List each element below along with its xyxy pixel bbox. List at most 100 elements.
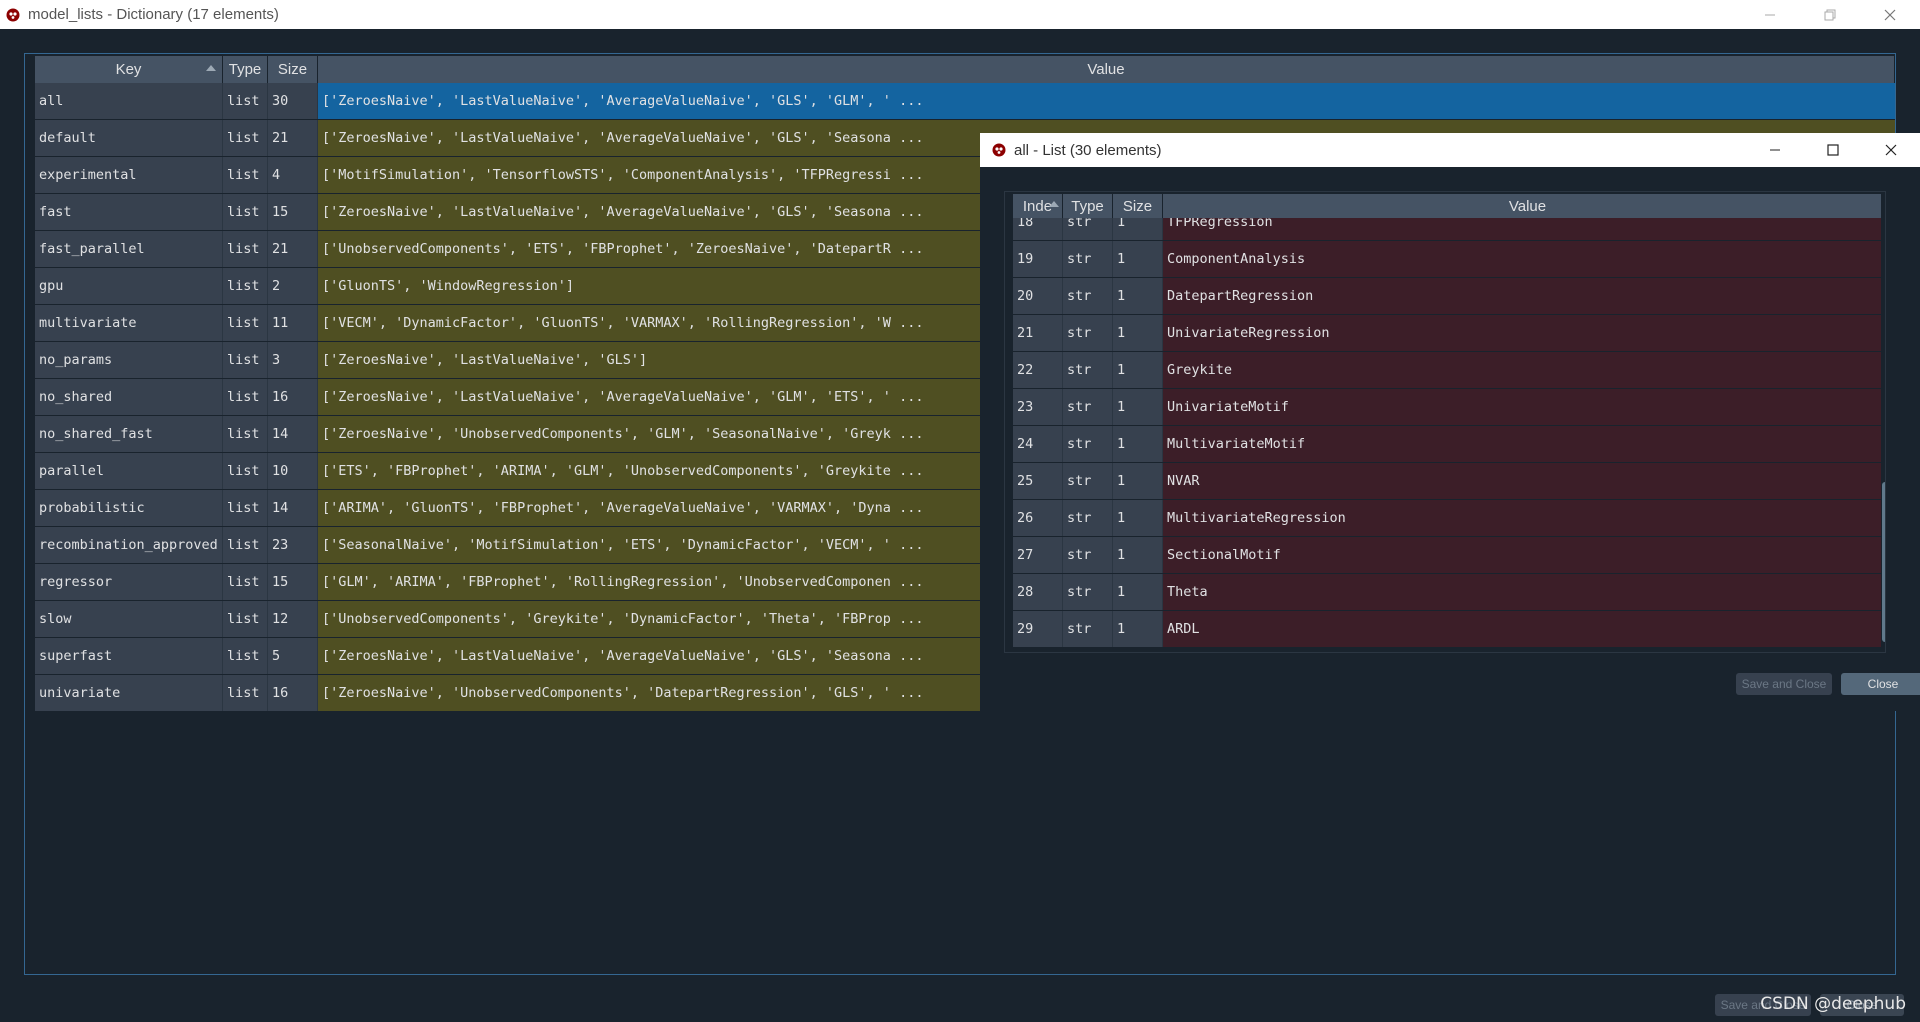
cell-size[interactable]: 1 [1113, 537, 1163, 573]
cell-key[interactable]: no_params [35, 342, 223, 378]
cell-value[interactable]: ComponentAnalysis [1163, 241, 1885, 277]
cell-key[interactable]: no_shared_fast [35, 416, 223, 452]
cell-type[interactable]: str [1063, 278, 1113, 314]
cell-size[interactable]: 1 [1113, 218, 1163, 240]
cell-key[interactable]: regressor [35, 564, 223, 600]
minimize-button[interactable] [1740, 0, 1800, 29]
cell-size[interactable]: 12 [268, 601, 318, 637]
cell-key[interactable]: no_shared [35, 379, 223, 415]
cell-key[interactable]: default [35, 120, 223, 156]
cell-size[interactable]: 15 [268, 564, 318, 600]
cell-size[interactable]: 14 [268, 416, 318, 452]
list-vertical-scrollbar[interactable] [1881, 192, 1885, 652]
cell-size[interactable]: 16 [268, 379, 318, 415]
cell-size[interactable]: 1 [1113, 574, 1163, 610]
cell-size[interactable]: 1 [1113, 389, 1163, 425]
list-row[interactable]: 27 str 1 SectionalMotif [1013, 537, 1885, 574]
cell-type[interactable]: str [1063, 537, 1113, 573]
header-value[interactable]: Value [1163, 194, 1885, 218]
cell-size[interactable]: 1 [1113, 463, 1163, 499]
list-row[interactable]: 28 str 1 Theta [1013, 574, 1885, 611]
save-and-close-button[interactable]: Save and Close [1736, 673, 1832, 695]
cell-size[interactable]: 16 [268, 675, 318, 711]
cell-value[interactable]: UnivariateRegression [1163, 315, 1885, 351]
cell-index[interactable]: 25 [1013, 463, 1063, 499]
header-type[interactable]: Type [223, 56, 268, 83]
cell-value[interactable]: Theta [1163, 574, 1885, 610]
list-row[interactable]: 21 str 1 UnivariateRegression [1013, 315, 1885, 352]
cell-index[interactable]: 19 [1013, 241, 1063, 277]
cell-value[interactable]: NVAR [1163, 463, 1885, 499]
cell-size[interactable]: 5 [268, 638, 318, 674]
cell-size[interactable]: 1 [1113, 500, 1163, 536]
cell-type[interactable]: str [1063, 315, 1113, 351]
cell-index[interactable]: 23 [1013, 389, 1063, 425]
cell-type[interactable]: list [223, 305, 268, 341]
cell-type[interactable]: list [223, 157, 268, 193]
list-row[interactable]: 26 str 1 MultivariateRegression [1013, 500, 1885, 537]
cell-value[interactable]: SectionalMotif [1163, 537, 1885, 573]
cell-key[interactable]: univariate [35, 675, 223, 711]
cell-value[interactable]: MultivariateRegression [1163, 500, 1885, 536]
list-row[interactable]: 19 str 1 ComponentAnalysis [1013, 241, 1885, 278]
cell-index[interactable]: 28 [1013, 574, 1063, 610]
header-value[interactable]: Value [318, 56, 1895, 83]
cell-type[interactable]: str [1063, 611, 1113, 647]
list-row[interactable]: 18 str 1 TFPRegression [1013, 218, 1885, 241]
cell-size[interactable]: 1 [1113, 241, 1163, 277]
cell-key[interactable]: slow [35, 601, 223, 637]
cell-index[interactable]: 22 [1013, 352, 1063, 388]
cell-type[interactable]: list [223, 83, 268, 119]
cell-size[interactable]: 1 [1113, 315, 1163, 351]
cell-key[interactable]: multivariate [35, 305, 223, 341]
cell-type[interactable]: list [223, 268, 268, 304]
cell-type[interactable]: list [223, 453, 268, 489]
cell-size[interactable]: 3 [268, 342, 318, 378]
close-button[interactable]: Close [1841, 673, 1920, 695]
cell-size[interactable]: 10 [268, 453, 318, 489]
cell-value[interactable]: TFPRegression [1163, 218, 1885, 240]
cell-size[interactable]: 23 [268, 527, 318, 563]
cell-type[interactable]: str [1063, 426, 1113, 462]
cell-type[interactable]: list [223, 231, 268, 267]
list-minimize-button[interactable] [1746, 133, 1804, 167]
cell-type[interactable]: list [223, 601, 268, 637]
cell-type[interactable]: str [1063, 218, 1113, 240]
cell-index[interactable]: 20 [1013, 278, 1063, 314]
cell-size[interactable]: 1 [1113, 611, 1163, 647]
cell-size[interactable]: 21 [268, 120, 318, 156]
header-size[interactable]: Size [268, 56, 318, 83]
cell-value[interactable]: ARDL [1163, 611, 1885, 647]
cell-key[interactable]: experimental [35, 157, 223, 193]
cell-size[interactable]: 15 [268, 194, 318, 230]
list-row[interactable]: 24 str 1 MultivariateMotif [1013, 426, 1885, 463]
cell-index[interactable]: 27 [1013, 537, 1063, 573]
cell-type[interactable]: list [223, 120, 268, 156]
cell-key[interactable]: parallel [35, 453, 223, 489]
cell-size[interactable]: 21 [268, 231, 318, 267]
cell-type[interactable]: list [223, 194, 268, 230]
cell-type[interactable]: str [1063, 463, 1113, 499]
cell-size[interactable]: 30 [268, 83, 318, 119]
header-type[interactable]: Type [1063, 194, 1113, 218]
restore-button[interactable] [1800, 0, 1860, 29]
cell-type[interactable]: list [223, 490, 268, 526]
scrollbar-thumb[interactable] [1882, 482, 1885, 642]
cell-type[interactable]: str [1063, 352, 1113, 388]
cell-type[interactable]: str [1063, 241, 1113, 277]
cell-index[interactable]: 21 [1013, 315, 1063, 351]
cell-index[interactable]: 29 [1013, 611, 1063, 647]
cell-size[interactable]: 14 [268, 490, 318, 526]
cell-key[interactable]: fast [35, 194, 223, 230]
cell-type[interactable]: list [223, 675, 268, 711]
list-row[interactable]: 23 str 1 UnivariateMotif [1013, 389, 1885, 426]
header-key[interactable]: Key [35, 56, 223, 83]
table-row[interactable]: all list 30 ['ZeroesNaive', 'LastValueNaive… [35, 83, 1895, 120]
cell-value[interactable]: DatepartRegression [1163, 278, 1885, 314]
cell-size[interactable]: 1 [1113, 278, 1163, 314]
cell-type[interactable]: list [223, 564, 268, 600]
header-size[interactable]: Size [1113, 194, 1163, 218]
cell-value[interactable]: ['ZeroesNaive', 'LastValueNaive', 'Avera… [318, 83, 1895, 119]
cell-size[interactable]: 11 [268, 305, 318, 341]
list-row[interactable]: 29 str 1 ARDL [1013, 611, 1885, 648]
